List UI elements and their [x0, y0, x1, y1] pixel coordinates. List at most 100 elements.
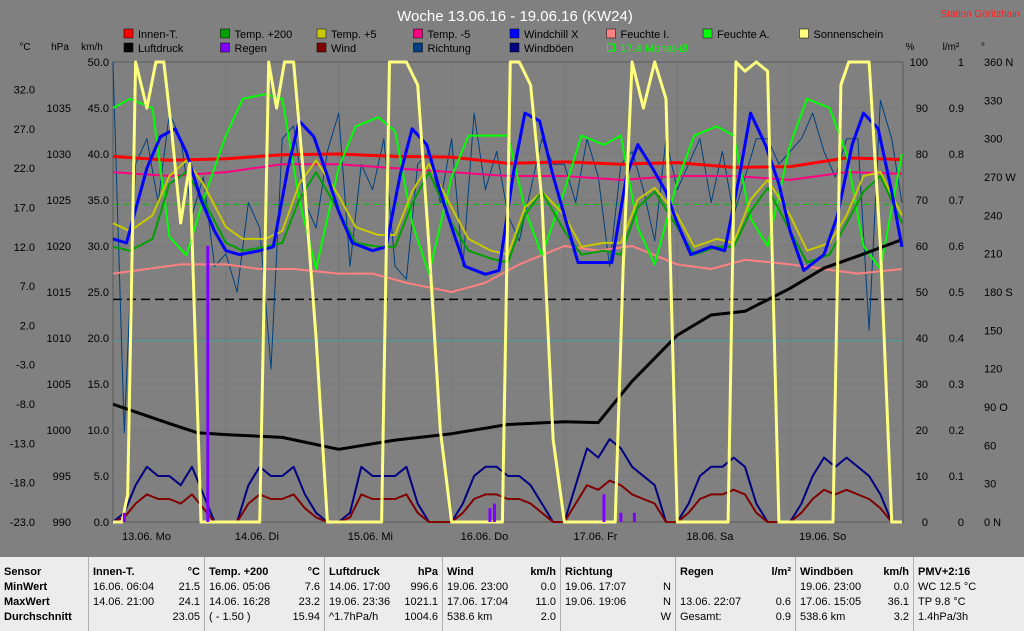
- stats-row-avg: Durchschnitt: [4, 611, 72, 623]
- legend-swatch: [413, 28, 423, 39]
- stats-richtung-value: W: [660, 611, 671, 623]
- kmh-tick-label: 40.0: [88, 149, 109, 161]
- rain-tick-label: 1: [958, 57, 964, 69]
- chart-title: Woche 13.06.16 - 19.06.16 (KW24): [397, 8, 633, 25]
- legend-label: Temp. -5: [428, 29, 471, 41]
- stats-druck-value-row: 996.6: [329, 580, 438, 594]
- stats-wind-value: 2.0: [540, 611, 556, 623]
- day-label: 15.06. Mi: [348, 531, 393, 543]
- stats-temp200-unit: °C: [307, 566, 320, 578]
- kmh-tick-label: 50.0: [88, 57, 109, 69]
- kmh-tick-label: 30.0: [88, 241, 109, 253]
- dir-tick-label: 30: [984, 479, 996, 491]
- kmh-tick-label: 45.0: [88, 103, 109, 115]
- stats-wind-unit: km/h: [530, 566, 556, 578]
- stats-innen-value-row: 21.5: [93, 580, 200, 594]
- stats-boeen-value: 0.0: [893, 581, 909, 593]
- temp-tick-label: 2.0: [20, 320, 35, 332]
- pct-tick-label: 100: [910, 57, 928, 69]
- stats-richtung-value: N: [663, 596, 671, 608]
- pct-tick-label: 70: [916, 195, 928, 207]
- legend-swatch: [220, 42, 230, 53]
- rain-tick-label: 0.5: [949, 287, 964, 299]
- legend: Innen-T. Temp. +200 Temp. +5 Temp. -5 Windch…: [123, 28, 883, 55]
- kmh-tick-label: 0.0: [94, 517, 109, 529]
- pct-tick-label: 30: [916, 379, 928, 391]
- rain-tick-label: 0.2: [949, 425, 964, 437]
- x-axis: 13.06. Mo 14.06. Di 15.06. Mi 16.06. Do 17.0…: [122, 531, 846, 543]
- pct-tick-label: 10: [916, 471, 928, 483]
- station-label: Station Göritzhain: [941, 9, 1021, 20]
- pct-tick-label: 40: [916, 333, 928, 345]
- rain-bar: [122, 512, 126, 522]
- temp-tick-label: 12.0: [14, 242, 35, 254]
- stats-richtung-value-row: N: [565, 595, 671, 609]
- stats-regen-value-row: 0.6: [680, 595, 791, 609]
- dir-tick-label: 90 O: [984, 402, 1008, 414]
- stats-druck-unit-row: hPa: [329, 565, 438, 579]
- unit-pct: %: [906, 42, 915, 53]
- stats-innen-value-row: 24.1: [93, 595, 200, 609]
- stats-regen: Regen l/m² 13.06. 22:07 0.6 Gesamt: 0.9: [675, 557, 795, 631]
- legend-swatch: [799, 28, 809, 39]
- stats-innen: Innen-T. °C 16.06. 06:04 21.5 14.06. 21:00 24…: [88, 557, 204, 631]
- stats-wind-unit-row: km/h: [447, 565, 556, 579]
- rain-tick-label: 0: [958, 517, 964, 529]
- temp-tick-label: 7.0: [20, 281, 35, 293]
- stats-innen-value: 24.1: [178, 596, 200, 608]
- hpa-tick-label: 1025: [47, 195, 71, 207]
- rain-tick-label: 0.9: [949, 103, 964, 115]
- legend-swatch: [316, 42, 327, 53]
- dir-tick-label: 270 W: [984, 172, 1016, 184]
- dir-tick-label: 60: [984, 440, 996, 452]
- stats-sensor: Sensor MinWert MaxWert Durchschnitt: [0, 557, 88, 631]
- stats-temp200-value: 15.94: [292, 611, 320, 623]
- pct-tick-label: 0: [922, 517, 928, 529]
- hpa-tick-label: 1000: [47, 425, 71, 437]
- kmh-tick-label: 20.0: [88, 333, 109, 345]
- rain-tick-label: 0.6: [949, 241, 964, 253]
- stats-regen-unit: l/m²: [771, 566, 791, 578]
- dir-tick-label: 180 S: [984, 287, 1013, 299]
- rain-bar: [632, 512, 636, 522]
- legend-label: Windchill X: [524, 29, 579, 41]
- rain-tick-label: 0.1: [949, 471, 964, 483]
- rain-bar: [488, 508, 492, 522]
- pct-tick-label: 80: [916, 149, 928, 161]
- legend-swatch: [316, 28, 327, 39]
- stats-boeen-unit-row: km/h: [800, 565, 909, 579]
- stats-druck-unit: hPa: [417, 566, 438, 578]
- stats-boeen-value: 3.2: [893, 611, 909, 623]
- stats-innen-unit: °C: [187, 566, 200, 578]
- legend-label: Feuchte A.: [717, 29, 770, 41]
- stats-wind-value: 0.0: [540, 581, 556, 593]
- legend-swatch: [606, 28, 616, 39]
- legend-swatch: [702, 28, 713, 39]
- unit-temp: °C: [19, 42, 30, 53]
- rain-bar: [492, 503, 496, 522]
- temp-tick-label: 17.0: [14, 202, 35, 214]
- stats-druck-value: 996.6: [410, 581, 438, 593]
- stats-wind-value-row: 11.0: [447, 595, 556, 609]
- legend-label: Feuchte I.: [621, 29, 670, 41]
- stats-wind-value: 11.0: [535, 596, 556, 608]
- dir-tick-label: 330: [984, 95, 1002, 107]
- legend-swatch: [509, 42, 520, 53]
- stats-wind-value-row: 0.0: [447, 580, 556, 594]
- stats-row-max: MaxWert: [4, 596, 50, 608]
- hpa-tick-label: 990: [53, 517, 71, 529]
- kmh-tick-label: 35.0: [88, 195, 109, 207]
- hpa-tick-label: 1030: [47, 149, 71, 161]
- legend-swatch: [509, 28, 520, 39]
- kmh-tick-label: 25.0: [88, 287, 109, 299]
- legend-swatch: [123, 42, 134, 53]
- rain-tick-label: 0.4: [949, 333, 964, 345]
- hpa-tick-label: 1035: [47, 103, 71, 115]
- temp-tick-label: -23.0: [10, 517, 35, 529]
- stats-boeen-value-row: 36.1: [800, 595, 909, 609]
- stats-richtung-value: N: [663, 581, 671, 593]
- stats-innen-unit-row: °C: [93, 565, 200, 579]
- hpa-tick-label: 1020: [47, 241, 71, 253]
- dir-tick-label: 210: [984, 249, 1002, 261]
- legend-label: Richtung: [428, 43, 471, 55]
